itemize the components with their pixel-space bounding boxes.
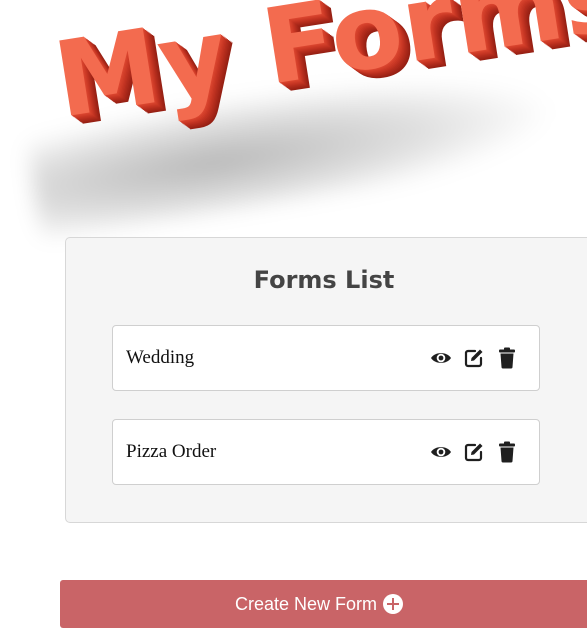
forms-list-card: Forms List Wedding Pizza Order (65, 237, 587, 523)
edit-icon[interactable] (462, 346, 486, 370)
form-actions (429, 346, 519, 370)
delete-icon[interactable] (495, 346, 519, 370)
form-item: Wedding (112, 325, 540, 391)
form-name: Wedding (126, 347, 195, 368)
forms-list-title: Forms List (253, 266, 395, 294)
create-button-label: Create New Form (234, 593, 378, 614)
plus-circle-icon (383, 594, 404, 614)
form-item: Pizza Order (112, 419, 540, 485)
form-actions (429, 440, 519, 464)
view-icon[interactable] (429, 440, 453, 464)
create-new-form-button[interactable]: Create New Form (60, 580, 587, 628)
form-name: Pizza Order (126, 441, 217, 462)
view-icon[interactable] (429, 346, 453, 370)
delete-icon[interactable] (495, 440, 519, 464)
hero-banner: My Forms (0, 0, 587, 240)
edit-icon[interactable] (462, 440, 486, 464)
